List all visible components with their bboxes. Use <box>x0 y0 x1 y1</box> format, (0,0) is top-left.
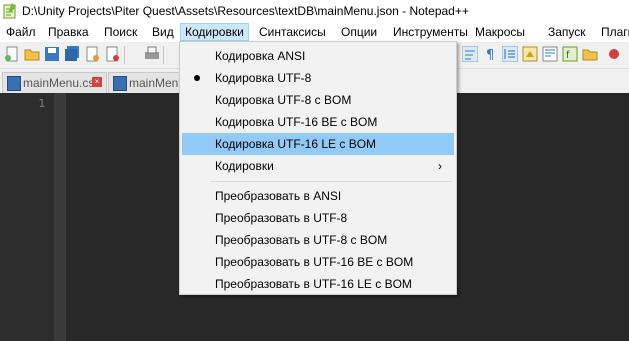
menu-item-label: Кодировка UTF-16 LE с BOM <box>215 137 377 151</box>
menu-encoding[interactable]: Кодировки <box>180 23 249 41</box>
menu-item-label: Кодировка ANSI <box>215 49 306 63</box>
new-file-icon[interactable] <box>4 46 20 62</box>
print-icon[interactable] <box>144 46 160 62</box>
line-number-gutter: 1 <box>0 93 66 341</box>
menu-run[interactable]: Запуск <box>548 24 586 40</box>
menu-item-convert-utf16be-bom[interactable]: Преобразовать в UTF-16 BE с BOM <box>182 251 454 273</box>
menu-edit[interactable]: Правка <box>48 24 89 40</box>
tab-label: mainMenu.cs <box>23 76 95 90</box>
menu-item-convert-utf16le-bom[interactable]: Преобразовать в UTF-16 LE с BOM <box>182 273 454 295</box>
menu-macros[interactable]: Макросы <box>475 24 525 40</box>
record-macro-icon[interactable] <box>606 46 622 62</box>
toolbar-separator <box>163 46 164 64</box>
file-tab-icon <box>113 76 127 91</box>
tab-mainmenu-cs[interactable]: mainMenu.cs × <box>2 72 107 93</box>
close-file-icon[interactable] <box>84 46 100 62</box>
document-map-icon[interactable] <box>542 46 558 62</box>
user-language-icon[interactable] <box>522 46 538 62</box>
menu-item-convert-utf8[interactable]: Преобразовать в UTF-8 <box>182 207 454 229</box>
open-file-icon[interactable] <box>24 46 40 62</box>
menu-tools[interactable]: Инструменты <box>393 24 468 40</box>
menu-item-label: Преобразовать в UTF-16 BE с BOM <box>215 255 414 269</box>
menu-item-convert-ansi[interactable]: Преобразовать в ANSI <box>182 185 454 207</box>
menu-item-encodings-submenu[interactable]: Кодировки › <box>182 155 454 177</box>
menu-file[interactable]: Файл <box>6 24 36 40</box>
menu-item-convert-utf8-bom[interactable]: Преобразовать в UTF-8 с BOM <box>182 229 454 251</box>
toolbar-separator <box>124 46 125 64</box>
save-icon[interactable] <box>44 46 60 62</box>
radio-check-icon <box>194 75 200 81</box>
file-tab-icon <box>7 76 21 91</box>
notepadpp-icon <box>3 3 16 19</box>
submenu-arrow-icon: › <box>438 159 442 173</box>
menu-view[interactable]: Вид <box>152 24 174 40</box>
close-tab-icon[interactable]: × <box>92 77 102 87</box>
line-number: 1 <box>38 97 45 110</box>
window-title: D:\Unity Projects\Piter Quest\Assets\Res… <box>22 4 469 18</box>
show-all-chars-icon[interactable]: ¶ <box>482 46 498 62</box>
menu-item-label: Кодировка UTF-16 BE с BOM <box>215 115 378 129</box>
menu-item-label: Преобразовать в ANSI <box>215 189 342 203</box>
svg-text:f: f <box>566 50 570 61</box>
title-bar: D:\Unity Projects\Piter Quest\Assets\Res… <box>0 0 629 22</box>
menu-item-label: Кодировки <box>215 159 274 173</box>
menu-item-encode-utf16be-bom[interactable]: Кодировка UTF-16 BE с BOM <box>182 111 454 133</box>
menu-item-label: Преобразовать в UTF-8 <box>215 211 348 225</box>
menu-syntax[interactable]: Синтаксисы <box>259 24 326 40</box>
folder-workspace-icon[interactable] <box>582 46 598 62</box>
menu-search[interactable]: Поиск <box>104 24 137 40</box>
menu-separator <box>211 181 452 182</box>
menu-plugins[interactable]: Плаги <box>601 24 629 40</box>
indent-guide-icon[interactable] <box>502 46 518 62</box>
menu-item-encode-utf16le-bom[interactable]: Кодировка UTF-16 LE с BOM <box>182 133 454 155</box>
menu-item-encode-utf8-bom[interactable]: Кодировка UTF-8 с BOM <box>182 89 454 111</box>
menu-item-encode-utf8[interactable]: Кодировка UTF-8 <box>182 67 454 89</box>
function-list-icon[interactable]: f <box>562 46 578 62</box>
save-all-icon[interactable] <box>64 46 80 62</box>
menu-item-label: Кодировка UTF-8 с BOM <box>215 93 352 107</box>
menu-item-label: Преобразовать в UTF-16 LE с BOM <box>215 277 412 291</box>
menu-item-encode-ansi[interactable]: Кодировка ANSI <box>182 45 454 67</box>
word-wrap-icon[interactable] <box>462 46 478 62</box>
fold-margin <box>54 93 66 341</box>
encoding-dropdown-menu: Кодировка ANSI Кодировка UTF-8 Кодировка… <box>179 41 457 295</box>
tab-mainmenu-c[interactable]: mainMenu.c <box>108 72 194 93</box>
menu-options[interactable]: Опции <box>341 24 377 40</box>
menu-item-label: Преобразовать в UTF-8 с BOM <box>215 233 388 247</box>
svg-text:¶: ¶ <box>486 48 494 62</box>
menu-bar: Файл Правка Поиск Вид Кодировки Синтакси… <box>0 22 629 42</box>
close-all-icon[interactable] <box>104 46 120 62</box>
menu-item-label: Кодировка UTF-8 <box>215 71 312 85</box>
